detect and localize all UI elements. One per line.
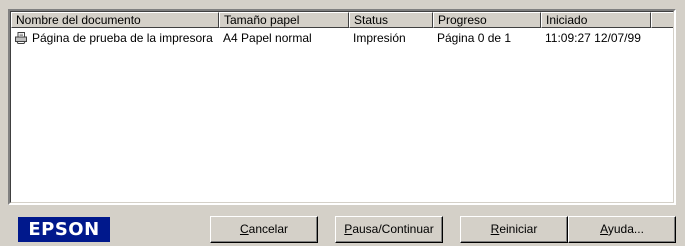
print-job-list[interactable]: Nombre del documento Tamaño papel Status… [10,11,674,203]
restart-label: einiciar [499,222,538,236]
restart-button[interactable]: Reiniciar [460,216,568,243]
document-name: Página de prueba de la impresora [32,31,213,45]
cancel-mnemonic: C [239,222,249,236]
column-header-status[interactable]: Status [349,12,433,28]
column-header-empty [651,12,673,28]
column-header-progress[interactable]: Progreso [433,12,541,28]
column-header-paper-size[interactable]: Tamaño papel [219,12,349,28]
list-header: Nombre del documento Tamaño papel Status… [11,12,673,28]
pause-resume-button[interactable]: Pausa/Continuar [335,216,443,243]
job-progress: Página 0 de 1 [437,31,512,45]
paper-size: A4 Papel normal [223,31,312,45]
table-row[interactable]: Página de prueba de la impresora A4 Pape… [11,30,673,46]
help-mnemonic: A [600,222,608,236]
column-header-document[interactable]: Nombre del documento [11,12,219,28]
column-header-started[interactable]: Iniciado [541,12,651,28]
cancel-button[interactable]: Cancelar [210,216,318,243]
help-button[interactable]: Ayuda... [568,216,676,243]
printer-document-icon [15,32,27,44]
job-list-frame: Nombre del documento Tamaño papel Status… [8,9,676,205]
job-status: Impresión [353,31,406,45]
cancel-label: ancelar [248,222,289,236]
help-label: yuda... [607,222,644,236]
epson-logo: EPSON [18,217,110,242]
job-started: 11:09:27 12/07/99 [545,31,641,45]
pause-label: ausa/Continuar [352,222,434,236]
